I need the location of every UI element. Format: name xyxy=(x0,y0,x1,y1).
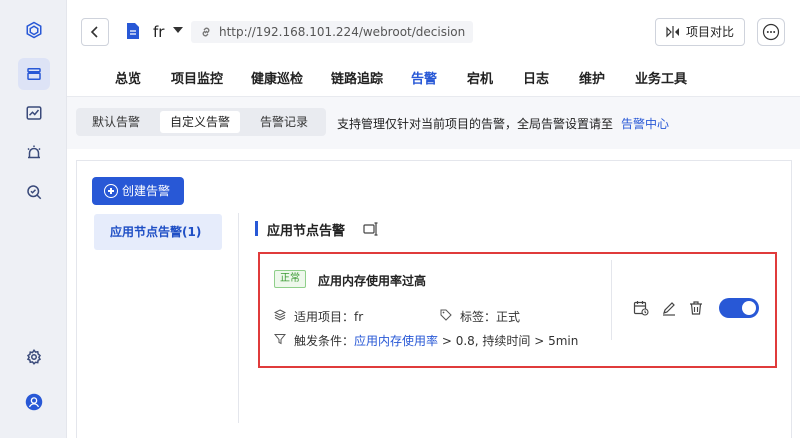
tab-alerts[interactable]: 告警 xyxy=(411,68,438,100)
alarm-icon[interactable] xyxy=(18,137,50,169)
chevron-left-icon xyxy=(90,26,98,38)
trigger-condition: > 0.8, 持续时间 > 5min xyxy=(438,334,579,348)
more-icon xyxy=(762,23,780,41)
tab-trace[interactable]: 链路追踪 xyxy=(331,68,383,94)
compare-icon xyxy=(666,26,679,38)
main-panel: fr http://192.168.101.224/webroot/decisi… xyxy=(66,0,800,438)
more-button[interactable] xyxy=(757,18,785,46)
alert-title: 应用内存使用率过高 xyxy=(318,274,427,288)
alert-subbar: 默认告警 自定义告警 告警记录 支持管理仅针对当前项目的告警，全局告警设置请至告… xyxy=(67,97,800,149)
user-icon[interactable] xyxy=(18,386,50,418)
alert-tag: 标签：正式 xyxy=(440,308,520,325)
tab-downtime[interactable]: 宕机 xyxy=(467,68,493,94)
content-divider xyxy=(238,213,239,423)
plus-circle-icon xyxy=(104,184,118,198)
alert-project: 适用项目：fr xyxy=(274,308,363,325)
tag-icon xyxy=(440,309,452,321)
hint-text: 支持管理仅针对当前项目的告警，全局告警设置请至 xyxy=(337,117,614,131)
sidebar-item-app-node-alerts[interactable]: 应用节点告警(1) xyxy=(94,214,222,250)
tab-project-monitor[interactable]: 项目监控 xyxy=(171,68,223,94)
settings-icon[interactable] xyxy=(18,341,50,373)
rename-icon[interactable] xyxy=(363,221,379,237)
compare-button[interactable]: 项目对比 xyxy=(655,18,746,46)
compare-label: 项目对比 xyxy=(686,25,735,39)
filter-icon xyxy=(274,334,286,345)
trigger-prefix: 触发条件： xyxy=(294,334,355,348)
card-divider xyxy=(611,260,612,340)
url-text: http://192.168.101.224/webroot/decision xyxy=(219,25,466,39)
alert-type-segmented: 默认告警 自定义告警 告警记录 xyxy=(76,108,326,136)
layers-icon[interactable] xyxy=(18,58,50,90)
delete-icon[interactable] xyxy=(688,300,704,316)
caret-down-icon[interactable] xyxy=(173,27,183,33)
tab-maintenance[interactable]: 维护 xyxy=(579,68,605,94)
alert-trigger: 触发条件：应用内存使用率 > 0.8, 持续时间 > 5min xyxy=(274,332,578,349)
alert-center-link[interactable]: 告警中心 xyxy=(621,117,669,131)
tab-business-tools[interactable]: 业务工具 xyxy=(635,68,687,94)
tab-health-check[interactable]: 健康巡检 xyxy=(251,68,303,94)
chart-icon[interactable] xyxy=(18,97,50,129)
subtab-default-alerts[interactable]: 默认告警 xyxy=(82,111,150,133)
nav-tabs: 总览 项目监控 健康巡检 链路追踪 告警 宕机 日志 维护 业务工具 xyxy=(67,64,800,100)
create-alert-label: 创建告警 xyxy=(122,184,171,198)
subtab-custom-alerts[interactable]: 自定义告警 xyxy=(160,111,241,133)
project-name[interactable]: fr xyxy=(153,23,164,41)
left-rail xyxy=(0,0,66,438)
tab-overview[interactable]: 总览 xyxy=(115,68,141,94)
edit-icon[interactable] xyxy=(661,300,677,316)
subtab-alert-records[interactable]: 告警记录 xyxy=(250,111,318,133)
alert-card[interactable]: 正常 应用内存使用率过高 适用项目：fr 标签：正式 触发条件：应用内存使用率 … xyxy=(258,252,777,368)
url-box[interactable]: http://192.168.101.224/webroot/decision xyxy=(191,21,474,43)
alert-hint: 支持管理仅针对当前项目的告警，全局告警设置请至 告警中心 xyxy=(337,115,669,132)
section-title: 应用节点告警 xyxy=(255,220,345,239)
trigger-metric[interactable]: 应用内存使用率 xyxy=(354,334,438,348)
layers-icon xyxy=(274,309,286,321)
alert-content: 创建告警 应用节点告警(1) 应用节点告警 正常 应用内存使用率过高 适用项目：… xyxy=(76,160,792,438)
tab-logs[interactable]: 日志 xyxy=(523,68,549,94)
status-badge: 正常 xyxy=(274,270,306,288)
document-icon xyxy=(127,23,139,39)
create-alert-button[interactable]: 创建告警 xyxy=(92,177,184,205)
logo-icon[interactable] xyxy=(18,14,50,46)
back-button[interactable] xyxy=(81,18,109,46)
alert-enable-toggle[interactable] xyxy=(719,298,759,318)
search-shield-icon[interactable] xyxy=(18,176,50,208)
schedule-icon[interactable] xyxy=(633,300,649,316)
link-icon xyxy=(202,27,210,37)
